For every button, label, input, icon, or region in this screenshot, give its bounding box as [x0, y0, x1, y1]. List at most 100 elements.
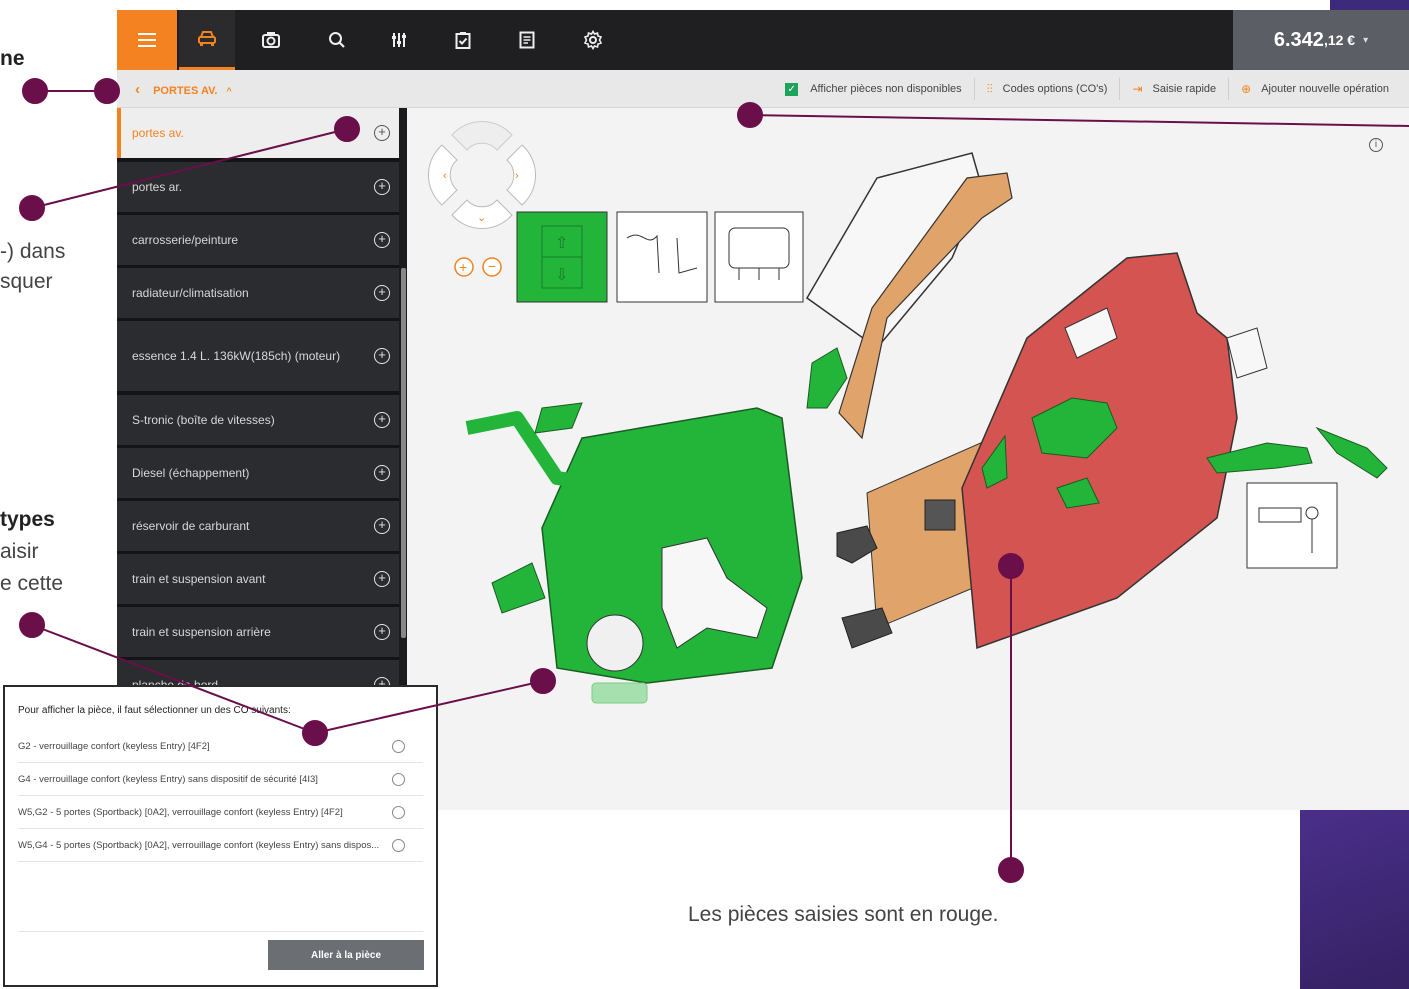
- annotation-text-3: squer: [0, 270, 53, 293]
- option-codes-label: Codes options (CO's): [1002, 83, 1108, 95]
- menu-button[interactable]: [117, 10, 177, 70]
- sidebar-item-portes-av[interactable]: portes av. +: [117, 108, 399, 158]
- chevron-up-icon: ^: [226, 86, 232, 96]
- top-toolbar: 6.342,12 € ▾: [117, 10, 1409, 70]
- expand-plus-icon[interactable]: +: [374, 465, 390, 481]
- search-tab[interactable]: [309, 10, 365, 70]
- thumbnail-key[interactable]: [1246, 482, 1338, 569]
- svg-text:›: ›: [515, 170, 519, 182]
- expand-plus-icon[interactable]: +: [374, 285, 390, 301]
- unavailable-part-ghost[interactable]: [591, 682, 648, 704]
- expand-plus-icon[interactable]: +: [374, 571, 390, 587]
- lock-cylinder-part[interactable]: [1315, 426, 1388, 479]
- quick-entry-icon: ⇥: [1132, 82, 1143, 96]
- viewer-tools: ✓ Afficher pièces non disponibles ⫶⫶ Cod…: [773, 70, 1401, 108]
- sidebar-item-label: portes av.: [132, 125, 184, 140]
- sliders-icon: [392, 33, 406, 47]
- window-glass-part[interactable]: [806, 152, 983, 350]
- camera-icon: [262, 32, 280, 48]
- svg-text:+: +: [459, 259, 467, 275]
- callout-dot: [94, 78, 120, 104]
- callout-dot: [19, 195, 45, 221]
- option-codes-button[interactable]: ⫶⫶ Codes options (CO's): [973, 78, 1120, 100]
- car-icon: [198, 30, 216, 46]
- expand-plus-icon[interactable]: +: [374, 232, 390, 248]
- option-code-row[interactable]: G2 - verrouillage confort (keyless Entry…: [18, 731, 423, 763]
- option-code-row[interactable]: W5,G2 - 5 portes (Sportback) [0A2], verr…: [18, 797, 423, 829]
- add-operation-button[interactable]: ⊕ Ajouter nouvelle opération: [1228, 78, 1401, 100]
- screenshot-stage: ne -) dans squer types aisir e cette 6.3…: [0, 0, 1409, 989]
- option-code-row[interactable]: G4 - verrouillage confort (keyless Entry…: [18, 764, 423, 796]
- total-price-button[interactable]: 6.342,12 € ▾: [1233, 10, 1409, 70]
- hamburger-icon: [138, 33, 156, 47]
- sliders-tab[interactable]: [371, 10, 427, 70]
- expand-plus-icon[interactable]: +: [374, 518, 390, 534]
- annotation-text-1: ne: [0, 47, 25, 70]
- door-lock-part[interactable]: [1226, 327, 1268, 379]
- chevron-down-icon: ▾: [1363, 34, 1369, 46]
- settings-tab[interactable]: [565, 10, 621, 70]
- breadcrumb-label: PORTES AV.: [153, 85, 218, 97]
- quick-entry-label: Saisie rapide: [1152, 83, 1217, 95]
- quick-entry-button[interactable]: ⇥ Saisie rapide: [1119, 78, 1228, 100]
- sidebar-item-portes-ar[interactable]: portes ar. +: [117, 162, 399, 212]
- expand-plus-icon[interactable]: +: [374, 179, 390, 195]
- option-code-label: W5,G4 - 5 portes (Sportback) [0A2], verr…: [18, 840, 380, 851]
- thumbnail-wiring[interactable]: [616, 211, 708, 303]
- chevron-left-icon: ‹: [135, 81, 140, 98]
- speaker-part[interactable]: [924, 499, 956, 531]
- sub-toolbar: ‹ PORTES AV. ^ ✓ Afficher pièces non dis…: [117, 70, 1409, 108]
- breadcrumb[interactable]: ‹ PORTES AV. ^: [135, 81, 232, 98]
- expand-plus-icon[interactable]: +: [374, 125, 390, 141]
- callout-dot: [19, 612, 45, 638]
- hinge-lower-part[interactable]: [841, 607, 893, 649]
- expand-plus-icon[interactable]: +: [374, 624, 390, 640]
- checkbox-checked-icon[interactable]: ✓: [785, 82, 799, 96]
- sidebar-scrollbar-thumb[interactable]: [401, 268, 406, 638]
- show-unavailable-toggle[interactable]: ✓ Afficher pièces non disponibles: [773, 78, 973, 100]
- expand-plus-icon[interactable]: +: [374, 412, 390, 428]
- sidebar-item-train-arriere[interactable]: train et suspension arrière +: [117, 607, 399, 657]
- popup-divider: [18, 931, 423, 932]
- expand-plus-icon[interactable]: +: [374, 348, 390, 364]
- annotation-text-5: aisir: [0, 540, 39, 563]
- checklist-tab[interactable]: [435, 10, 491, 70]
- show-unavailable-label: Afficher pièces non disponibles: [810, 83, 962, 95]
- zoom-out-button[interactable]: −: [482, 257, 502, 277]
- trim-clip-part[interactable]: [491, 562, 546, 614]
- annotation-text-6: e cette: [0, 572, 64, 595]
- camera-tab[interactable]: [243, 10, 299, 70]
- annotation-text-4: types: [0, 508, 55, 531]
- option-code-popup: Pour afficher la pièce, il faut sélectio…: [3, 685, 438, 987]
- radio-button[interactable]: [392, 773, 405, 786]
- sidebar-item-radiateur[interactable]: radiateur/climatisation +: [117, 268, 399, 318]
- receipt-tab[interactable]: [499, 10, 555, 70]
- sidebar-item-label: réservoir de carburant: [132, 518, 250, 533]
- sidebar-item-echappement[interactable]: Diesel (échappement) +: [117, 448, 399, 498]
- gear-icon: [583, 30, 603, 50]
- sidebar-item-label: Diesel (échappement): [132, 465, 250, 480]
- sidebar-item-moteur[interactable]: essence 1.4 L. 136kW(185ch) (moteur) +: [117, 321, 399, 391]
- thumbnail-window-switch[interactable]: ⇧⇩: [516, 211, 608, 303]
- sidebar-item-label: carrosserie/peinture: [132, 232, 239, 247]
- sidebar-item-reservoir[interactable]: réservoir de carburant +: [117, 501, 399, 551]
- radio-button[interactable]: [392, 740, 405, 753]
- corner-trim-part[interactable]: [806, 347, 848, 409]
- option-code-row[interactable]: W5,G4 - 5 portes (Sportback) [0A2], verr…: [18, 830, 423, 862]
- sliders-icon: ⫶⫶: [986, 81, 993, 96]
- brand-accent-bottom: [1300, 808, 1409, 989]
- radio-button[interactable]: [392, 839, 405, 852]
- zoom-in-button[interactable]: +: [454, 257, 474, 277]
- radio-button[interactable]: [392, 806, 405, 819]
- plus-circle-icon: ⊕: [1241, 82, 1252, 96]
- thumbnail-module[interactable]: [714, 211, 804, 303]
- go-to-part-button[interactable]: Aller à la pièce: [268, 940, 424, 970]
- sidebar-item-train-avant[interactable]: train et suspension avant +: [117, 554, 399, 604]
- add-operation-label: Ajouter nouvelle opération: [1261, 83, 1389, 95]
- sidebar-item-carrosserie[interactable]: carrosserie/peinture +: [117, 215, 399, 265]
- speaker-cover-part[interactable]: [586, 614, 644, 672]
- popup-heading: Pour afficher la pièce, il faut sélectio…: [18, 705, 291, 716]
- car-tab[interactable]: [179, 10, 235, 70]
- sidebar-item-boite[interactable]: S-tronic (boîte de vitesses) +: [117, 395, 399, 445]
- handle-trim-part[interactable]: [534, 402, 583, 434]
